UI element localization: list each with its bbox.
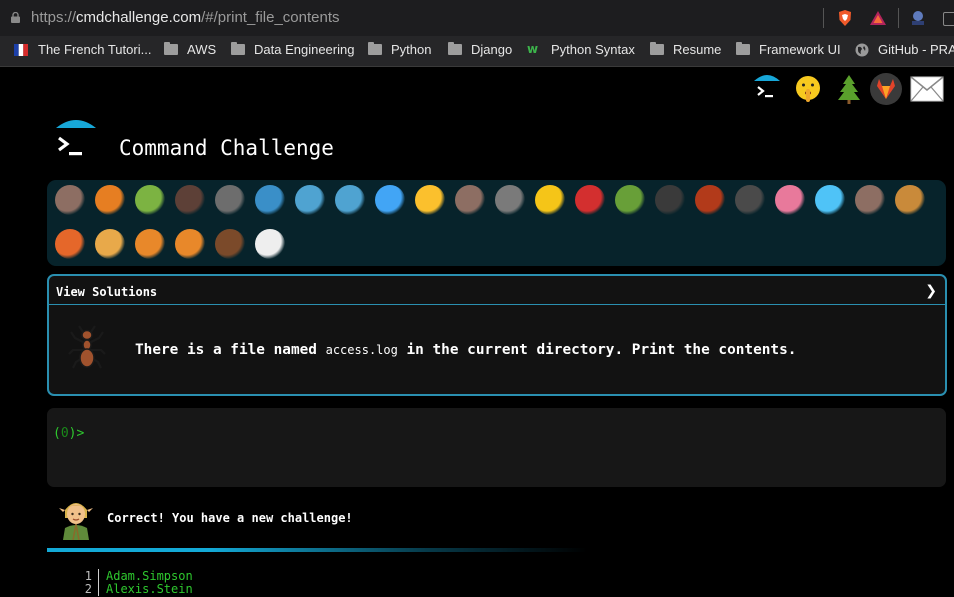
bookmark-resume[interactable]: Resume [650, 42, 721, 57]
bookmark-python-syntax[interactable]: w Python Syntax [527, 42, 635, 57]
whale-icon[interactable] [255, 185, 285, 215]
chevron-right-icon[interactable]: ❯ [925, 283, 937, 299]
challenge-panel: View Solutions ❯ There is a file named a… [47, 274, 947, 396]
output-line: 1 Adam.Simpson [70, 569, 193, 583]
bookmark-label: Python [391, 42, 432, 57]
microbe-icon[interactable] [815, 185, 845, 215]
command-challenge-logo-icon [56, 120, 96, 156]
bookmark-label: GitHub - PRAT [878, 42, 954, 57]
worm-pink-icon[interactable] [775, 185, 805, 215]
butterfly-icon[interactable] [95, 185, 125, 215]
bee-icon[interactable] [535, 185, 565, 215]
terminal-prompt: (0)> [53, 426, 85, 441]
tropical-fish-icon[interactable] [415, 185, 445, 215]
terminal-logo-icon[interactable] [752, 72, 782, 104]
bookmark-label: Resume [673, 42, 722, 57]
lock-icon [11, 12, 20, 23]
snail-icon[interactable] [55, 185, 85, 215]
bookmark-label: The French Tutori... [38, 42, 152, 57]
elf-icon [59, 503, 93, 540]
view-solutions-bar[interactable]: View Solutions ❯ [49, 276, 945, 305]
mail-icon[interactable] [910, 76, 944, 102]
ladybug-icon[interactable] [575, 185, 605, 215]
level-selector [47, 180, 946, 266]
w3-icon: w [527, 42, 539, 56]
bookmark-label: Framework UI [759, 42, 841, 57]
tiger-icon[interactable] [135, 229, 165, 259]
flag-fr-icon [14, 43, 28, 56]
gitlab-icon[interactable] [870, 73, 902, 105]
brave-rewards-icon[interactable] [869, 9, 887, 27]
output-line: 2 Alexis.Stein [70, 582, 193, 596]
terminal-input[interactable] [89, 422, 933, 444]
page-title: Command Challenge [119, 136, 334, 160]
shushing-face-icon[interactable] [792, 73, 824, 105]
brave-shield-icon[interactable] [836, 9, 854, 27]
bookmark-framework-ui[interactable]: Framework UI [736, 42, 841, 57]
bookmark-github[interactable]: GitHub - PRAT [855, 42, 954, 57]
bookmark-data-engineering[interactable]: Data Engineering [231, 42, 354, 57]
fox-icon[interactable] [55, 229, 85, 259]
dog-icon[interactable] [895, 185, 925, 215]
dolphin-icon[interactable] [295, 185, 325, 215]
extension-icon[interactable] [909, 9, 927, 27]
tiger-icon[interactable] [175, 229, 205, 259]
folder-icon [368, 42, 382, 55]
caterpillar-icon[interactable] [135, 185, 165, 215]
bookmark-label: Python Syntax [551, 42, 635, 57]
horse-icon[interactable] [215, 229, 245, 259]
view-solutions-label: View Solutions [56, 285, 158, 299]
bookmark-french-tutorial[interactable]: The French Tutori... [14, 42, 151, 57]
monkey-icon[interactable] [855, 185, 885, 215]
line-text: Adam.Simpson [98, 569, 193, 583]
bookmark-label: Django [471, 42, 513, 57]
browser-url-bar[interactable]: https://cmdchallenge.com/#/print_file_co… [0, 0, 954, 36]
folder-icon [650, 42, 664, 55]
globe-icon [855, 43, 869, 56]
spider-web-icon[interactable] [215, 185, 245, 215]
command-output: 1 Adam.Simpson 2 Alexis.Stein [70, 569, 193, 596]
blowfish-icon[interactable] [455, 185, 485, 215]
file-name-code: access.log [325, 343, 398, 357]
bookmark-django[interactable]: Django [448, 42, 512, 57]
unicorn-icon[interactable] [255, 229, 285, 259]
folder-icon [164, 42, 178, 55]
folder-icon [448, 42, 462, 55]
scorpion-icon[interactable] [695, 185, 725, 215]
folder-icon [736, 42, 750, 55]
ant-icon [68, 325, 106, 369]
spider-icon[interactable] [655, 185, 685, 215]
challenge-description: There is a file named access.log in the … [135, 342, 797, 358]
worm-icon[interactable] [615, 185, 645, 215]
bookmark-python[interactable]: Python [368, 42, 431, 57]
bookmark-aws[interactable]: AWS [164, 42, 216, 57]
url-text[interactable]: https://cmdchallenge.com/#/print_file_co… [31, 9, 340, 26]
feedback-message: Correct! You have a new challenge! [107, 511, 353, 525]
folder-icon [231, 42, 245, 55]
bookmark-label: Data Engineering [254, 42, 355, 57]
line-text: Alexis.Stein [98, 582, 193, 596]
dolphin-icon[interactable] [335, 185, 365, 215]
ant-icon[interactable] [175, 185, 205, 215]
cat-icon[interactable] [95, 229, 125, 259]
extension-icon[interactable] [943, 12, 954, 26]
bookmark-label: AWS [187, 42, 217, 57]
line-number: 1 [84, 569, 92, 583]
fly-icon[interactable] [735, 185, 765, 215]
fish-icon[interactable] [375, 185, 405, 215]
progress-bar [47, 548, 587, 552]
bookmarks-bar: The French Tutori... AWS Data Engineerin… [0, 36, 954, 67]
line-number: 2 [84, 582, 92, 596]
evergreen-tree-icon[interactable] [833, 73, 865, 105]
terminal-panel[interactable]: (0)> [47, 408, 946, 487]
wolf-icon[interactable] [495, 185, 525, 215]
